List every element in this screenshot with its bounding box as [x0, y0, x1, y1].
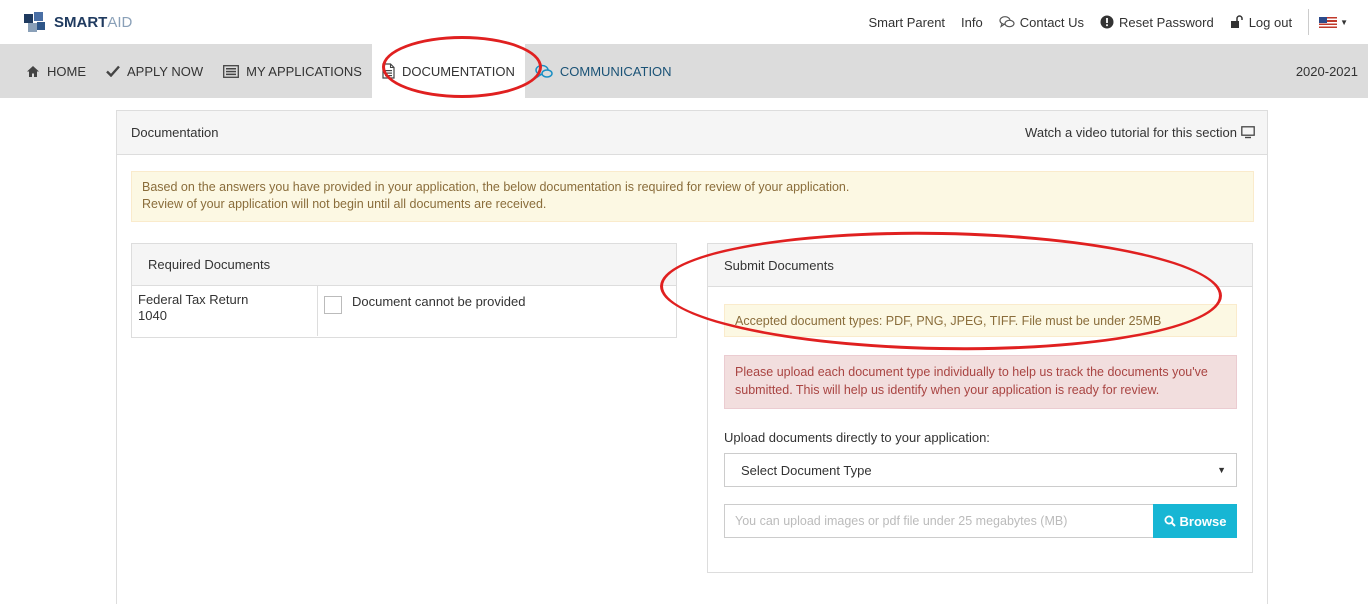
- notice-line-1: Based on the answers you have provided i…: [142, 180, 850, 194]
- document-type-select[interactable]: Select Document Type ▼: [724, 453, 1237, 487]
- document-type-value: Select Document Type: [741, 462, 872, 478]
- info-circle-icon: [1100, 15, 1114, 29]
- nav-my-applications-label: MY APPLICATIONS: [246, 63, 362, 79]
- monitor-icon: [1241, 126, 1255, 139]
- unlock-icon: [1230, 15, 1244, 29]
- required-documents-header: Required Documents: [132, 244, 676, 286]
- documentation-panel: Documentation Watch a video tutorial for…: [116, 110, 1268, 604]
- logo[interactable]: SMARTAID: [22, 9, 132, 35]
- cannot-provide-label: Document cannot be provided: [352, 294, 526, 309]
- nav-apply-now-label: APPLY NOW: [127, 63, 204, 79]
- requirements-notice: Based on the answers you have provided i…: [131, 171, 1254, 222]
- chat-bubbles-icon: [535, 64, 553, 79]
- main-nav: HOME APPLY NOW MY APPLICATIONS DOCUMENTA…: [0, 44, 1368, 98]
- cannot-provide-cell: Document cannot be provided: [318, 286, 676, 336]
- upload-label: Upload documents directly to your applic…: [724, 430, 990, 445]
- document-icon: [382, 63, 395, 79]
- panel-title: Documentation: [131, 125, 219, 140]
- video-tutorial-label: Watch a video tutorial for this section: [1025, 125, 1237, 140]
- submit-documents-panel: Submit Documents Accepted document types…: [707, 243, 1253, 573]
- smart-parent-link[interactable]: Smart Parent: [868, 15, 945, 30]
- search-icon: [1164, 515, 1176, 527]
- checkmark-icon: [106, 65, 120, 77]
- submit-documents-header: Submit Documents: [708, 244, 1252, 287]
- document-name: Federal Tax Return: [138, 292, 249, 307]
- info-link[interactable]: Info: [961, 15, 983, 30]
- chat-bubbles-icon: [999, 15, 1015, 29]
- nav-my-applications[interactable]: MY APPLICATIONS: [213, 44, 372, 98]
- browse-button[interactable]: Browse: [1153, 504, 1237, 538]
- home-icon: [26, 65, 40, 78]
- required-documents-table: Required Documents Federal Tax Return 10…: [131, 243, 677, 338]
- academic-year: 2020-2021: [1295, 63, 1358, 79]
- reset-password-label: Reset Password: [1119, 14, 1214, 30]
- video-tutorial-link[interactable]: Watch a video tutorial for this section: [1025, 125, 1255, 140]
- puzzle-logo-icon: [22, 9, 48, 35]
- log-out-link[interactable]: Log out: [1230, 15, 1292, 30]
- file-upload-row: Browse: [724, 504, 1237, 538]
- nav-apply-now[interactable]: APPLY NOW: [96, 44, 213, 98]
- upload-warning: Please upload each document type individ…: [724, 355, 1237, 409]
- nav-documentation[interactable]: DOCUMENTATION: [371, 44, 525, 98]
- document-name-cell: Federal Tax Return 1040: [132, 286, 318, 336]
- notice-line-2: Review of your application will not begi…: [142, 197, 547, 211]
- contact-us-label: Contact Us: [1019, 14, 1085, 30]
- document-form: 1040: [138, 308, 167, 323]
- panel-header: Documentation Watch a video tutorial for…: [117, 111, 1267, 155]
- browse-label: Browse: [1179, 513, 1227, 529]
- nav-home-label: HOME: [47, 63, 86, 79]
- nav-communication[interactable]: COMMUNICATION: [525, 44, 682, 98]
- nav-home[interactable]: HOME: [0, 44, 96, 98]
- list-icon: [223, 64, 240, 78]
- us-flag-icon: [1319, 16, 1338, 28]
- contact-us-link[interactable]: Contact Us: [999, 15, 1084, 30]
- file-path-input[interactable]: [724, 504, 1153, 538]
- log-out-label: Log out: [1248, 14, 1293, 30]
- top-bar: SMARTAID Smart Parent Info Contact Us Re…: [0, 0, 1368, 44]
- language-selector[interactable]: ▼: [1308, 9, 1348, 35]
- brand-name: SMARTAID: [54, 13, 133, 31]
- chevron-down-icon: ▼: [1340, 17, 1348, 27]
- cannot-provide-checkbox[interactable]: [324, 296, 342, 314]
- table-row: Federal Tax Return 1040 Document cannot …: [132, 286, 676, 336]
- accepted-types-notice: Accepted document types: PDF, PNG, JPEG,…: [724, 304, 1237, 337]
- nav-communication-label: COMMUNICATION: [559, 63, 672, 79]
- reset-password-link[interactable]: Reset Password: [1100, 15, 1214, 30]
- chevron-down-icon: ▼: [1217, 465, 1226, 475]
- nav-documentation-label: DOCUMENTATION: [401, 63, 515, 79]
